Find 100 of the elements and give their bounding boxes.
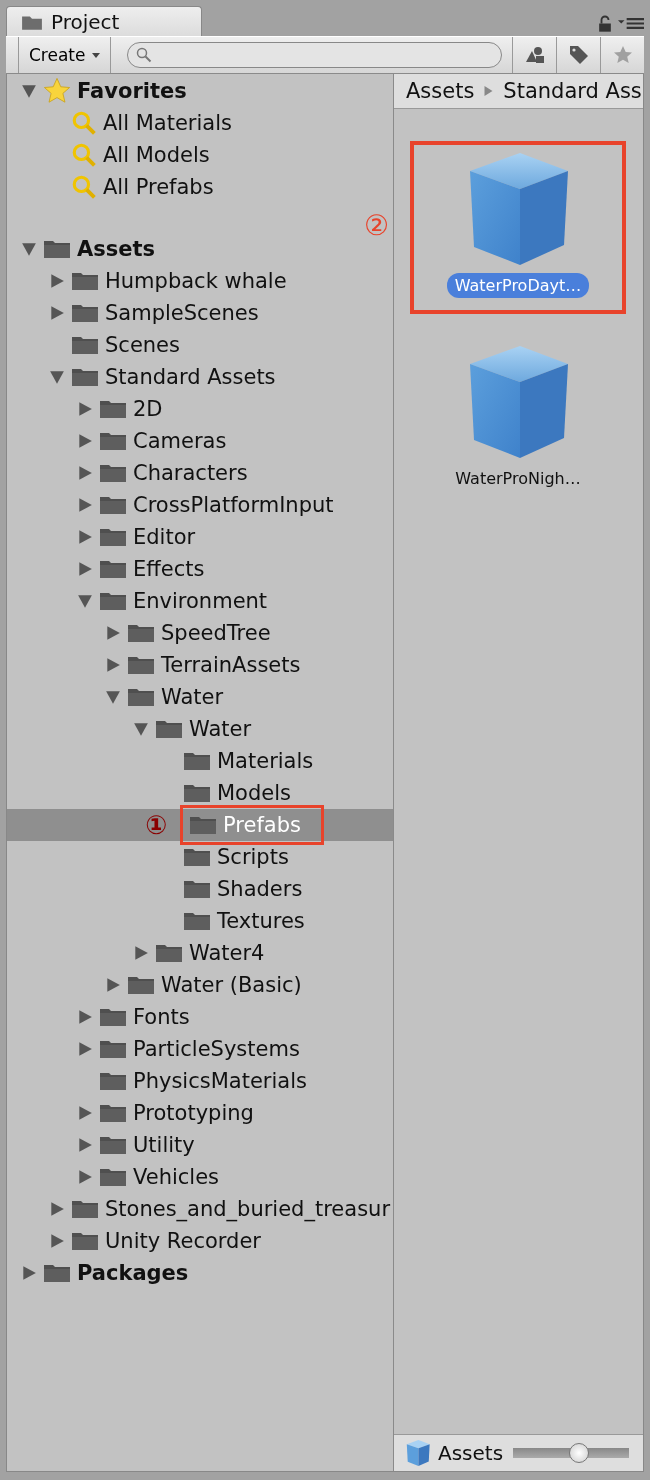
tree-label: Cameras [133, 429, 227, 453]
folder-icon [183, 847, 211, 867]
folder-icon [71, 1199, 99, 1219]
tree-item[interactable]: 2D [7, 393, 393, 425]
create-dropdown[interactable]: Create [18, 37, 111, 73]
lock-icon[interactable] [598, 15, 612, 32]
expand-arrow-icon[interactable] [49, 305, 65, 321]
asset-name: WaterProDayt… [446, 273, 590, 298]
folder-icon [99, 591, 127, 611]
tree-item[interactable]: Prototyping [7, 1097, 393, 1129]
tree-item[interactable]: TerrainAssets [7, 649, 393, 681]
expand-arrow-icon[interactable] [49, 273, 65, 289]
expand-arrow-icon[interactable] [49, 1201, 65, 1217]
folder-icon [99, 1103, 127, 1123]
tree-label: Fonts [133, 1005, 190, 1029]
expand-arrow-icon[interactable] [77, 465, 93, 481]
folder-icon [99, 1135, 127, 1155]
tree-label: CrossPlatformInput [133, 493, 334, 517]
tree-item[interactable]: Humpback whale [7, 265, 393, 297]
slider-thumb[interactable] [568, 1443, 589, 1463]
expand-arrow-icon[interactable] [77, 1009, 93, 1025]
expand-arrow-icon[interactable] [49, 1233, 65, 1249]
tree-item[interactable]: ParticleSystems [7, 1033, 393, 1065]
project-tab[interactable]: Project [6, 6, 202, 36]
expand-arrow-icon[interactable] [77, 561, 93, 577]
tree-item[interactable]: SpeedTree [7, 617, 393, 649]
expand-arrow-icon[interactable] [77, 433, 93, 449]
tree-item[interactable]: Scripts [7, 841, 393, 873]
star-icon [612, 45, 633, 65]
tree-label: PhysicsMaterials [133, 1069, 307, 1093]
tree-item[interactable]: SampleScenes [7, 297, 393, 329]
tree-label: All Models [103, 143, 210, 167]
tree-item[interactable]: Utility [7, 1129, 393, 1161]
tree-item[interactable]: CrossPlatformInput [7, 489, 393, 521]
search-icon [71, 110, 97, 136]
tree-item[interactable]: Environment [7, 585, 393, 617]
tree-item[interactable]: Models [7, 777, 393, 809]
tree-item[interactable]: Editor [7, 521, 393, 553]
cube-icon [404, 1439, 432, 1467]
tree-item[interactable]: Cameras [7, 425, 393, 457]
expand-arrow-icon[interactable] [77, 1041, 93, 1057]
expand-arrow-icon[interactable] [21, 83, 37, 99]
folder-icon [127, 687, 155, 707]
folder-icon [43, 1263, 71, 1283]
tree-item[interactable]: Water4 [7, 937, 393, 969]
expand-arrow-icon[interactable] [21, 1265, 37, 1281]
menu-icon[interactable] [618, 17, 644, 30]
tree-label: Assets [77, 237, 156, 261]
tree-item[interactable]: PhysicsMaterials [7, 1065, 393, 1097]
expand-arrow-icon[interactable] [105, 657, 121, 673]
tree-label: Scripts [217, 845, 289, 869]
tree-item[interactable]: Scenes [7, 329, 393, 361]
tree-item[interactable]: Shaders [7, 873, 393, 905]
tree-item[interactable]: Materials [7, 745, 393, 777]
tree-item[interactable]: Favorites [7, 75, 393, 107]
expand-arrow-icon[interactable] [77, 497, 93, 513]
tree-item[interactable]: All Materials [7, 107, 393, 139]
tree-item[interactable]: Characters [7, 457, 393, 489]
breadcrumb-link[interactable]: Standard Ass [503, 79, 642, 103]
tree-label: All Materials [103, 111, 232, 135]
asset-name: WaterProNigh… [454, 468, 582, 490]
asset-tile[interactable]: WaterProDayt… [414, 145, 622, 310]
folder-icon [71, 271, 99, 291]
tree-item[interactable]: Vehicles [7, 1161, 393, 1193]
expand-arrow-icon[interactable] [105, 625, 121, 641]
expand-arrow-icon[interactable] [49, 369, 65, 385]
folder-icon [71, 303, 99, 323]
search-field[interactable] [126, 42, 502, 68]
tree-label: Environment [133, 589, 268, 613]
expand-arrow-icon[interactable] [105, 977, 121, 993]
tree-item[interactable]: Standard Assets [7, 361, 393, 393]
tree-label: Standard Assets [105, 365, 276, 389]
expand-arrow-icon[interactable] [77, 1137, 93, 1153]
expand-arrow-icon[interactable] [105, 689, 121, 705]
expand-arrow-icon[interactable] [77, 1169, 93, 1185]
tree-item[interactable]: Packages [7, 1257, 393, 1289]
expand-arrow-icon[interactable] [21, 241, 37, 257]
expand-arrow-icon[interactable] [77, 529, 93, 545]
tree-item[interactable]: All Prefabs [7, 171, 393, 203]
expand-arrow-icon[interactable] [77, 593, 93, 609]
tree-label: Effects [133, 557, 205, 581]
tree-item[interactable]: Water [7, 713, 393, 745]
tree-item[interactable]: Water [7, 681, 393, 713]
folder-icon [183, 911, 211, 931]
folder-icon [183, 783, 211, 803]
tree-item[interactable]: Water (Basic) [7, 969, 393, 1001]
tree-item[interactable]: Unity Recorder [7, 1225, 393, 1257]
tree-item[interactable]: Stones_and_buried_treasur [7, 1193, 393, 1225]
tree-label: Utility [133, 1133, 195, 1157]
expand-arrow-icon[interactable] [77, 401, 93, 417]
expand-arrow-icon[interactable] [133, 721, 149, 737]
asset-tile[interactable]: WaterProNigh… [414, 338, 622, 503]
expand-arrow-icon[interactable] [133, 945, 149, 961]
folder-icon [155, 943, 183, 963]
tree-item[interactable]: Textures [7, 905, 393, 937]
breadcrumb-link[interactable]: Assets [406, 79, 475, 103]
tree-item[interactable]: All Models [7, 139, 393, 171]
tree-item[interactable]: Effects [7, 553, 393, 585]
expand-arrow-icon[interactable] [77, 1105, 93, 1121]
tree-item[interactable]: Fonts [7, 1001, 393, 1033]
